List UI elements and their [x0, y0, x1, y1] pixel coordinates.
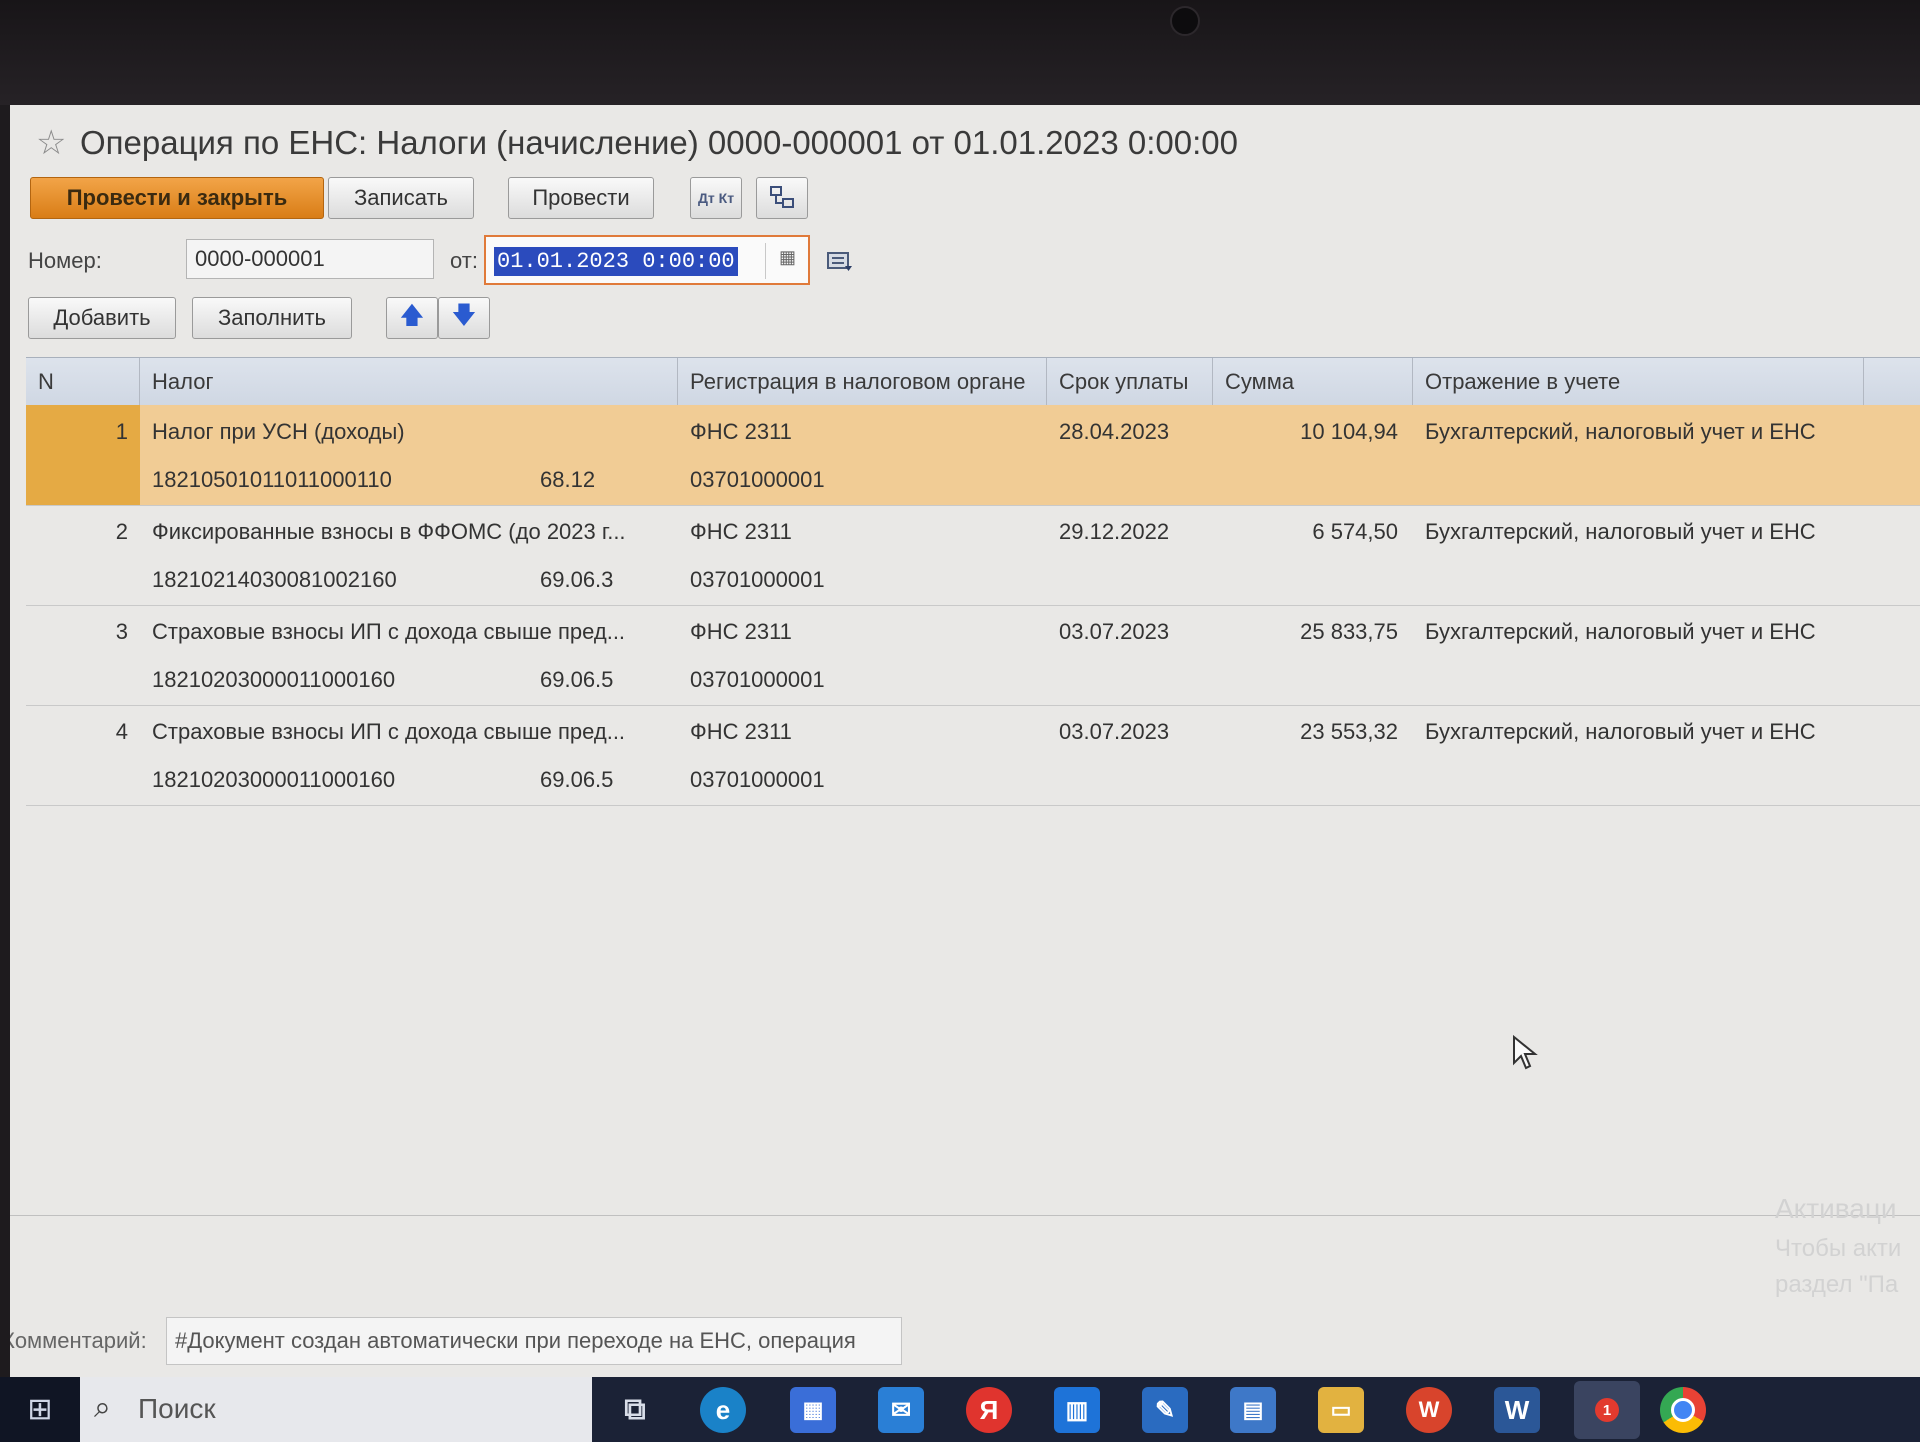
oktmo: 03701000001	[690, 567, 825, 592]
date-label: от:	[450, 248, 478, 273]
due-date: 03.07.2023	[1059, 619, 1170, 644]
kbk: 18210214030081002160	[152, 567, 397, 592]
table-bottom-border	[10, 1215, 1920, 1216]
account: 69.06.5	[540, 767, 614, 792]
table-row[interactable]: 1 Налог при УСН (доходы) 182105010110110…	[26, 405, 1920, 506]
task-view-icon[interactable]: ⧉	[612, 1387, 658, 1433]
tax-name: Страховые взносы ИП с дохода свыше пред.…	[152, 619, 626, 644]
due-date: 03.07.2023	[1059, 719, 1170, 744]
account: 69.06.3	[540, 567, 614, 592]
amount: 6 574,50	[1312, 519, 1398, 544]
calendar-icon[interactable]: ▦	[779, 247, 796, 268]
header-registration[interactable]: Регистрация в налоговом органе	[678, 358, 1047, 406]
post-and-close-button[interactable]: Провести и закрыть	[30, 177, 324, 219]
chrome-browser-icon[interactable]	[1660, 1387, 1706, 1433]
taxes-table: N Налог Регистрация в налоговом органе С…	[26, 357, 1920, 806]
oktmo: 03701000001	[690, 767, 825, 792]
row-number: 1	[115, 419, 128, 444]
due-date: 29.12.2022	[1059, 519, 1170, 544]
amount: 25 833,75	[1300, 619, 1398, 644]
oktmo: 03701000001	[690, 667, 825, 692]
document-window: ☆ Операция по ЕНС: Налоги (начисление) 0…	[10, 105, 1920, 1377]
comment-field[interactable]: #Документ создан автоматически при перех…	[166, 1317, 902, 1365]
kbk: 18210203000011000160	[152, 667, 396, 692]
chrome-center-dot	[1671, 1398, 1695, 1422]
reflection: Бухгалтерский, налоговый учет и ЕНС	[1425, 419, 1816, 444]
trello-icon[interactable]: ▥	[1054, 1387, 1100, 1433]
add-button[interactable]: Добавить	[28, 297, 176, 339]
history-icon[interactable]	[826, 250, 854, 279]
row-number: 3	[115, 619, 128, 644]
kbk: 18210203000011000160	[152, 767, 396, 792]
activation-watermark-line2: Чтобы акти	[1775, 1235, 1902, 1262]
move-up-arrow-icon[interactable]: 🡅	[386, 297, 438, 339]
account: 68.12	[540, 467, 596, 492]
tax-name: Фиксированные взносы в ФФОМС (до 2023 г.…	[152, 519, 626, 544]
kbk: 18210501011011000110	[152, 467, 392, 492]
save-button[interactable]: Записать	[328, 177, 474, 219]
laptop-bezel	[0, 0, 1920, 105]
header-n[interactable]: N	[26, 358, 140, 406]
document-editor-icon[interactable]: ✎	[1142, 1387, 1188, 1433]
header-amount[interactable]: Сумма	[1213, 358, 1413, 406]
yandex-browser-icon[interactable]: Я	[966, 1387, 1012, 1433]
file-explorer-icon[interactable]: ▭	[1318, 1387, 1364, 1433]
registration: ФНС 2311	[690, 719, 792, 744]
tax-name: Страховые взносы ИП с дохода свыше пред.…	[152, 719, 626, 744]
date-separator	[765, 243, 766, 279]
due-date: 28.04.2023	[1059, 419, 1170, 444]
header-due-date[interactable]: Срок уплаты	[1047, 358, 1213, 406]
favorite-star-icon[interactable]: ☆	[36, 123, 80, 163]
account: 69.06.5	[540, 667, 614, 692]
post-button[interactable]: Провести	[508, 177, 654, 219]
wps-office-icon[interactable]: W	[1406, 1387, 1452, 1433]
table-row[interactable]: 4 Страховые взносы ИП с дохода свыше пре…	[26, 705, 1920, 806]
table-row[interactable]: 3 Страховые взносы ИП с дохода свыше пре…	[26, 605, 1920, 706]
reflection: Бухгалтерский, налоговый учет и ЕНС	[1425, 519, 1816, 544]
header-tax[interactable]: Налог	[140, 358, 678, 406]
oktmo: 03701000001	[690, 467, 825, 492]
search-icon: ⌕	[94, 1391, 111, 1424]
amount: 10 104,94	[1300, 419, 1398, 444]
taskbar: ⊞ ⌕ Поиск ⧉ e ▦ ✉ Я ▥ ✎ ▤ ▭ W W 1	[0, 1377, 1920, 1442]
window-title: Операция по ЕНС: Налоги (начисление) 000…	[80, 124, 1238, 161]
store-icon[interactable]: ▦	[790, 1387, 836, 1433]
taskbar-search[interactable]: ⌕ Поиск	[80, 1377, 592, 1442]
webcam	[1170, 6, 1200, 36]
amount: 23 553,32	[1300, 719, 1398, 744]
structure-icon[interactable]	[756, 177, 808, 219]
notification-badge: 1	[1595, 1398, 1619, 1422]
activation-watermark-line1: Активаци	[1775, 1193, 1897, 1224]
1c-app-icon[interactable]: 1	[1574, 1381, 1640, 1439]
edge-browser-icon[interactable]: e	[700, 1387, 746, 1433]
mouse-cursor-icon	[1512, 1034, 1538, 1076]
fill-button[interactable]: Заполнить	[192, 297, 352, 339]
registration: ФНС 2311	[690, 619, 792, 644]
registration: ФНС 2311	[690, 519, 792, 544]
windows-start-icon[interactable]: ⊞	[0, 1377, 80, 1442]
date-value: 01.01.2023 0:00:00	[494, 247, 738, 276]
table-row[interactable]: 2 Фиксированные взносы в ФФОМС (до 2023 …	[26, 505, 1920, 606]
calculator-icon[interactable]: ▤	[1230, 1387, 1276, 1433]
table-header: N Налог Регистрация в налоговом органе С…	[26, 357, 1920, 407]
date-field[interactable]: 01.01.2023 0:00:00 ▦	[484, 235, 810, 285]
tax-name: Налог при УСН (доходы)	[152, 419, 405, 444]
activation-watermark-line3: раздел "Па	[1775, 1271, 1899, 1298]
word-icon[interactable]: W	[1494, 1387, 1540, 1433]
reflection: Бухгалтерский, налоговый учет и ЕНС	[1425, 619, 1816, 644]
mail-icon[interactable]: ✉	[878, 1387, 924, 1433]
search-placeholder: Поиск	[138, 1393, 216, 1424]
number-label: Номер:	[28, 248, 102, 273]
row-number: 4	[115, 719, 128, 744]
move-down-arrow-icon[interactable]: 🡇	[438, 297, 490, 339]
dt-kt-icon[interactable]: Дт Кт	[690, 177, 742, 219]
header-reflection[interactable]: Отражение в учете	[1413, 358, 1864, 406]
row-number: 2	[115, 519, 128, 544]
number-field[interactable]: 0000-000001	[186, 239, 434, 279]
comment-label: Комментарий:	[10, 1328, 147, 1353]
reflection: Бухгалтерский, налоговый учет и ЕНС	[1425, 719, 1816, 744]
registration: ФНС 2311	[690, 419, 792, 444]
title-bar: ☆ Операция по ЕНС: Налоги (начисление) 0…	[36, 117, 1238, 169]
